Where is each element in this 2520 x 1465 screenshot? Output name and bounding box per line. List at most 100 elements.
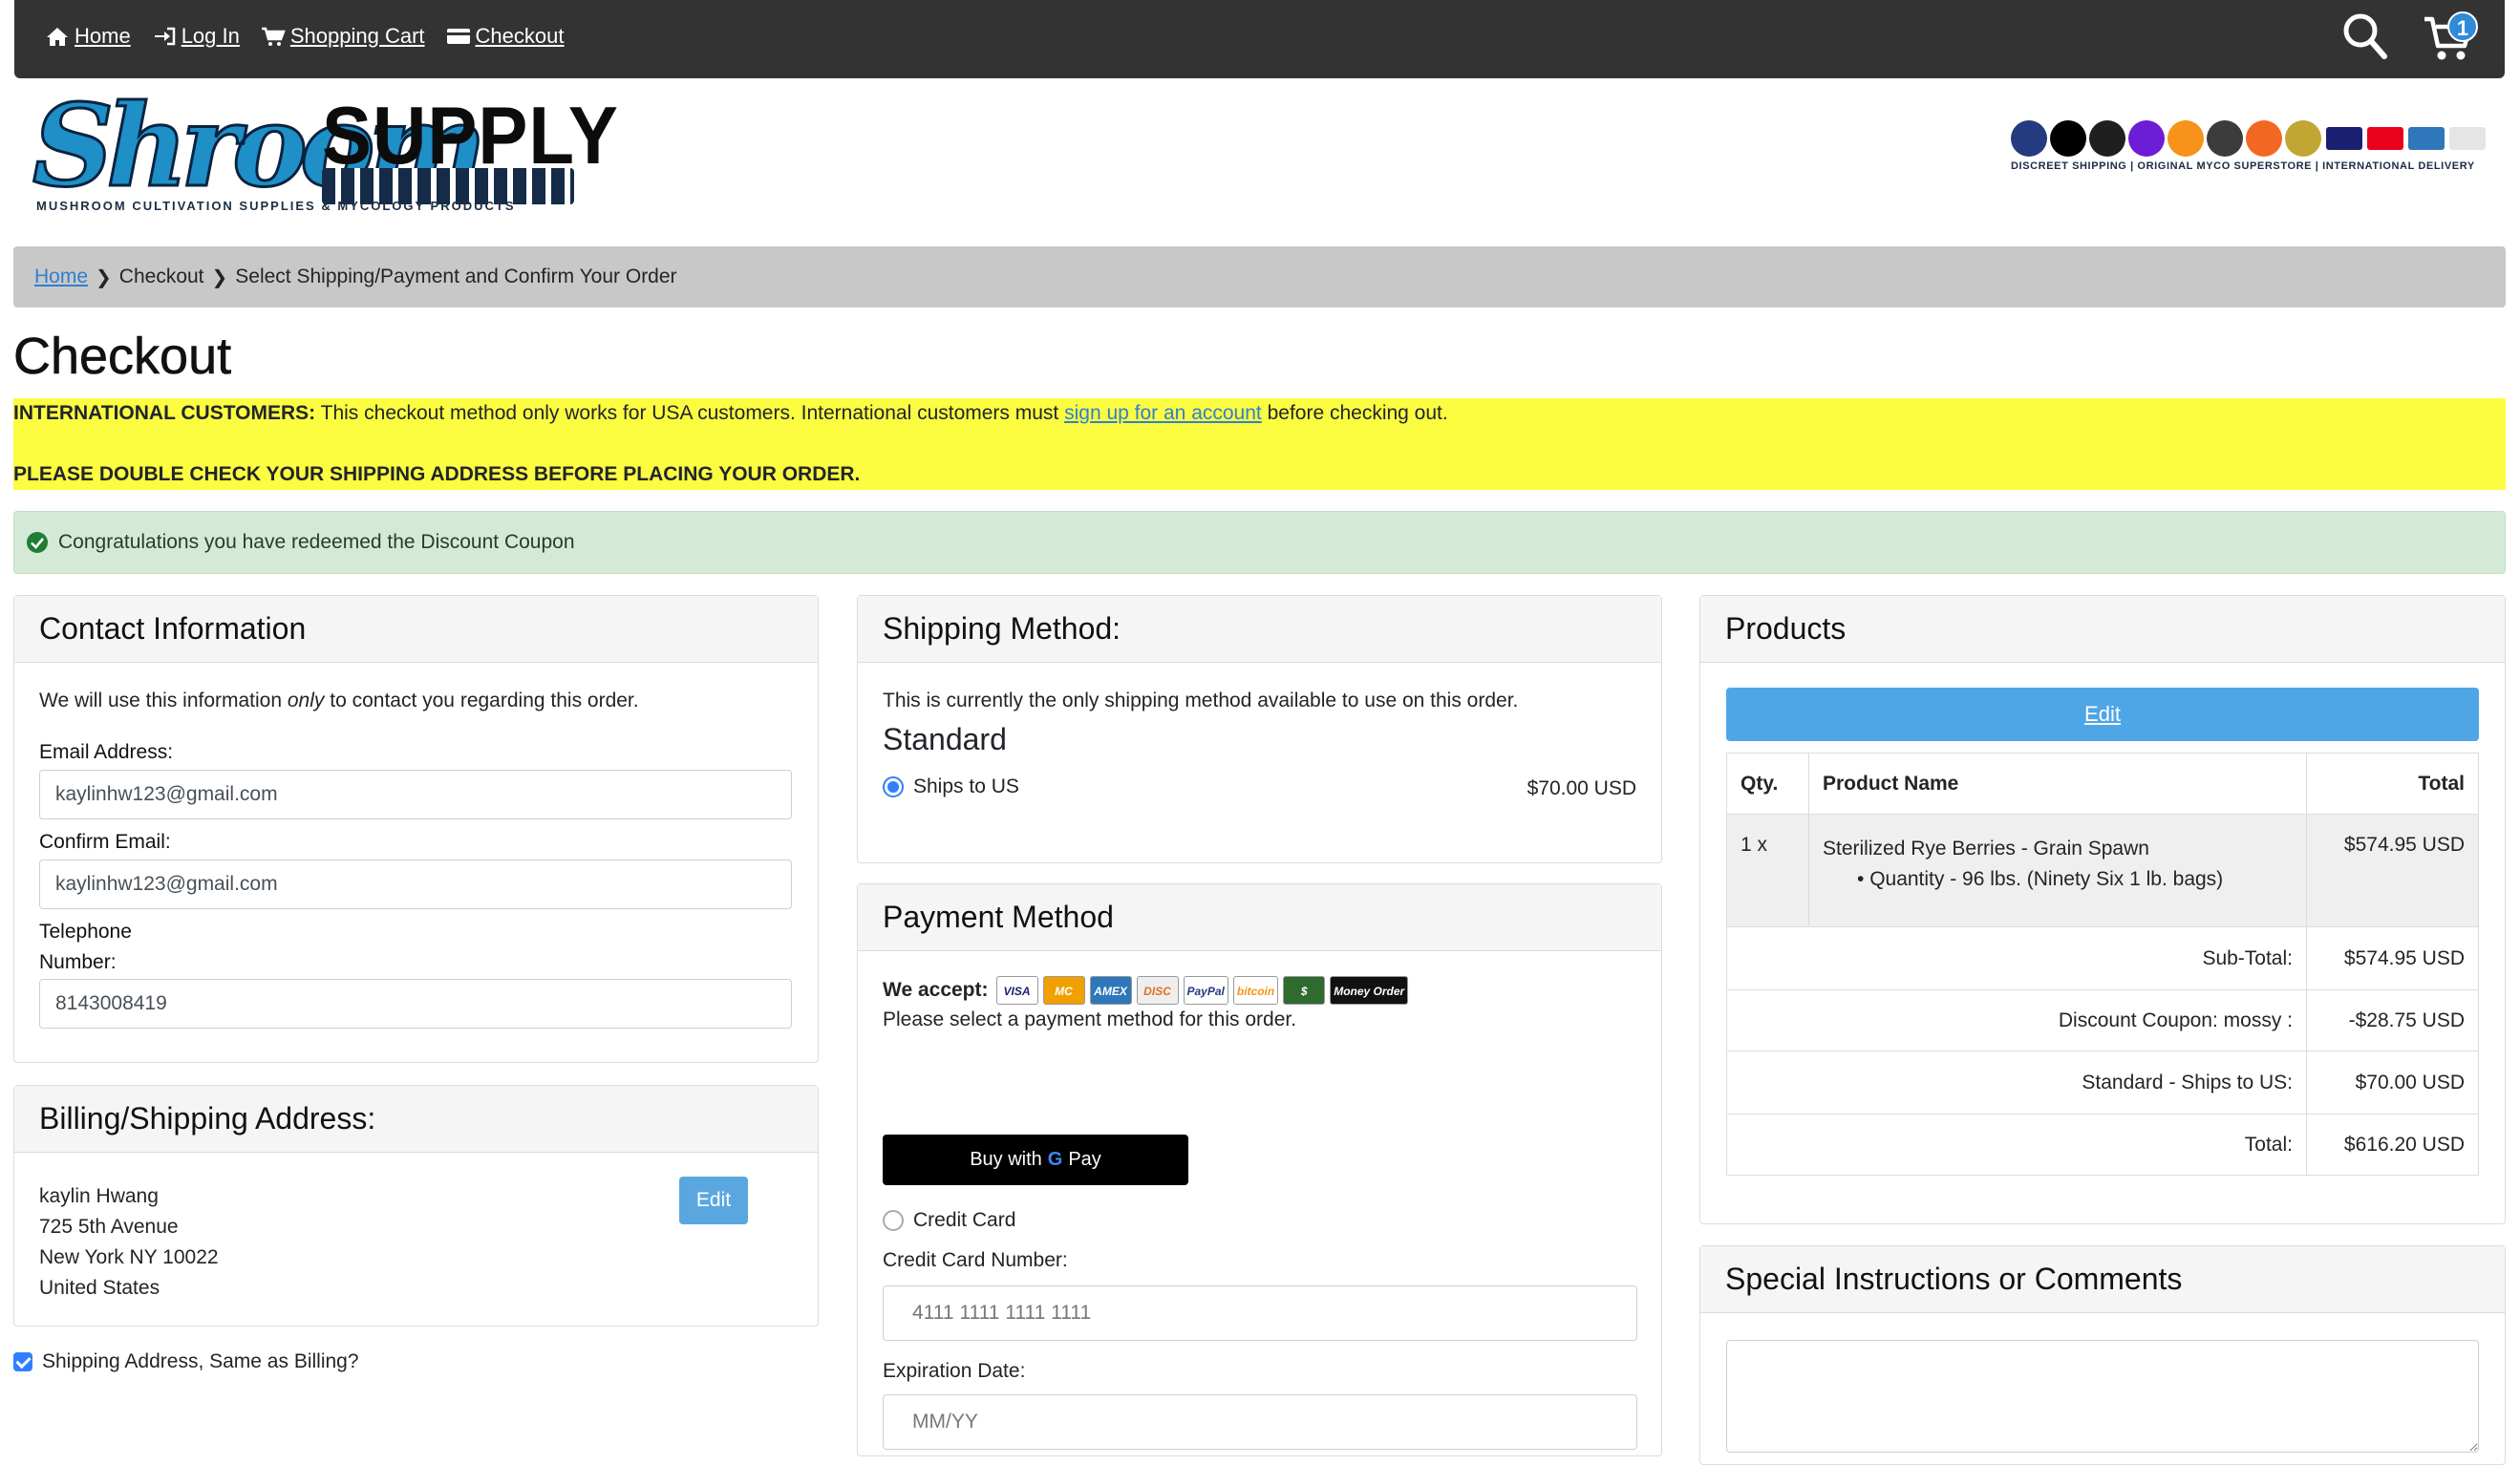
nav-right-icons: 1	[2342, 10, 2478, 63]
contact-intro-before: We will use this information	[39, 690, 288, 711]
discount-row: Discount Coupon: mossy : -$28.75 USD	[1726, 989, 2479, 1051]
top-nav-bar: Home Log In Shopping Cart Checkout 1	[14, 0, 2505, 78]
expiry-input[interactable]	[883, 1394, 1637, 1450]
nav-login-label: Log In	[181, 24, 240, 48]
payment-heading: Payment Method	[858, 884, 1661, 951]
billing-edit-button[interactable]: Edit	[679, 1177, 748, 1224]
intl-notice-line: INTERNATIONAL CUSTOMERS: This checkout m…	[13, 402, 1448, 425]
payment-card-icon	[2326, 127, 2362, 150]
accepted-card-logo: PayPal	[1183, 976, 1228, 1005]
shipping-heading: Shipping Method:	[858, 596, 1661, 663]
shipping-intro: This is currently the only shipping meth…	[883, 690, 1519, 711]
product-attribute-text: Quantity - 96 lbs. (Ninety Six 1 lb. bag…	[1869, 868, 2224, 890]
product-attribute: • Quantity - 96 lbs. (Ninety Six 1 lb. b…	[1857, 868, 2224, 890]
table-row: 1 x Sterilized Rye Berries - Grain Spawn…	[1726, 814, 2479, 927]
subtotal-value: $574.95 USD	[2306, 926, 2479, 990]
intl-notice-label: INTERNATIONAL CUSTOMERS:	[13, 402, 316, 424]
breadcrumb-current: Select Shipping/Payment and Confirm Your…	[235, 265, 677, 287]
products-body: Edit Qty. Product Name Total 1 x Sterili…	[1700, 663, 2505, 1176]
payment-coin-icon	[2089, 120, 2125, 157]
billing-address-card: Billing/Shipping Address: kaylin Hwang 7…	[13, 1085, 819, 1327]
accepted-payments-row: We accept: VISA MC AMEX DISC PayPal bitcoin $ M…	[883, 976, 1409, 1005]
email-field[interactable]	[39, 770, 792, 819]
contact-intro: We will use this information only to con…	[39, 690, 639, 712]
accepted-card-logo: MC	[1042, 976, 1085, 1005]
nav-checkout-link[interactable]: Checkout	[446, 24, 564, 49]
billing-heading: Billing/Shipping Address:	[14, 1086, 818, 1153]
total-label: Total:	[1726, 1114, 2307, 1176]
ships-to-us-radio[interactable]	[883, 776, 904, 797]
billing-address-text: kaylin Hwang 725 5th Avenue New York NY …	[39, 1181, 219, 1304]
logo-tagline: MUSHROOM CULTIVATION SUPPLIES & MYCOLOGY…	[36, 199, 516, 213]
row-qty: 1 x	[1726, 814, 1809, 927]
shipping-method-card: Shipping Method: This is currently the o…	[857, 595, 1662, 863]
payment-select-text: Please select a payment method for this …	[883, 1009, 1297, 1030]
contact-info-body: We will use this information only to con…	[14, 663, 818, 1029]
row-total: $574.95 USD	[2306, 814, 2479, 927]
payment-banner-tagline: DISCREET SHIPPING | ORIGINAL MYCO SUPERS…	[2011, 160, 2475, 172]
contact-intro-after: to contact you regarding this order.	[324, 690, 639, 711]
coupon-success-text: Congratulations you have redeemed the Di…	[58, 531, 575, 553]
comments-textarea[interactable]	[1726, 1340, 2479, 1453]
discount-label: Discount Coupon: mossy :	[1726, 989, 2307, 1051]
payment-coin-icon	[2128, 120, 2165, 157]
comments-card: Special Instructions or Comments	[1699, 1245, 2506, 1465]
international-notice: INTERNATIONAL CUSTOMERS: This checkout m…	[13, 398, 2506, 490]
contact-info-heading: Contact Information	[14, 596, 818, 663]
payment-card-icon	[2408, 127, 2445, 150]
subtotal-label: Sub-Total:	[1726, 926, 2307, 990]
shipping-method-title: Standard	[883, 722, 1007, 756]
shipping-total-label: Standard - Ships to US:	[1726, 1051, 2307, 1115]
billing-name: kaylin Hwang	[39, 1185, 159, 1207]
payment-badges-banner: DISCREET SHIPPING | ORIGINAL MYCO SUPERS…	[2011, 120, 2488, 180]
accepted-card-logo: VISA	[995, 976, 1038, 1005]
site-header: Shroom SUPPLY MUSHROOM CULTIVATION SUPPL…	[0, 78, 2520, 246]
confirm-email-field[interactable]	[39, 860, 792, 909]
contact-info-card: Contact Information We will use this inf…	[13, 595, 819, 1063]
check-circle-icon	[27, 532, 48, 553]
products-table: Qty. Product Name Total 1 x Sterilized R…	[1726, 753, 2479, 1176]
accepted-card-logo: bitcoin	[1232, 976, 1279, 1005]
nav-home-link[interactable]: Home	[45, 24, 131, 49]
row-product: Sterilized Rye Berries - Grain Spawn • Q…	[1808, 814, 2307, 927]
email-label: Email Address:	[39, 741, 174, 763]
signup-account-link[interactable]: sign up for an account	[1064, 402, 1262, 424]
payment-coin-icon	[2285, 120, 2321, 157]
accepted-card-logo: $	[1283, 976, 1326, 1005]
col-qty: Qty.	[1726, 753, 1809, 815]
confirm-email-label: Confirm Email:	[39, 831, 171, 853]
gpay-label: Buy with	[970, 1149, 1042, 1170]
login-icon	[154, 27, 175, 46]
products-edit-button[interactable]: Edit	[1726, 688, 2479, 741]
double-check-notice: PLEASE DOUBLE CHECK YOUR SHIPPING ADDRES…	[13, 463, 861, 485]
comments-heading: Special Instructions or Comments	[1700, 1246, 2505, 1313]
nav-cart-label: Shopping Cart	[289, 24, 425, 48]
total-row: Total: $616.20 USD	[1726, 1114, 2479, 1176]
header-cart[interactable]: 1	[2423, 10, 2478, 63]
cc-number-input[interactable]	[883, 1285, 1637, 1341]
breadcrumb-home-link[interactable]: Home	[34, 265, 88, 288]
billing-city: New York NY 10022	[39, 1246, 219, 1268]
products-heading: Products	[1700, 596, 2505, 663]
intl-notice-after: before checking out.	[1261, 402, 1448, 424]
telephone-field[interactable]	[39, 979, 792, 1029]
coupon-success-alert: Congratulations you have redeemed the Di…	[13, 511, 2506, 574]
credit-card-radio[interactable]	[883, 1210, 904, 1231]
credit-card-option[interactable]: Credit Card	[883, 1209, 1015, 1232]
ships-to-us-option[interactable]: Ships to US	[883, 775, 1019, 798]
billing-street: 725 5th Avenue	[39, 1216, 179, 1238]
same-as-billing-checkbox[interactable]	[13, 1352, 32, 1371]
product-name[interactable]: Sterilized Rye Berries - Grain Spawn	[1823, 834, 2293, 864]
we-accept-label: We accept:	[883, 979, 989, 1001]
cart-icon	[261, 27, 286, 46]
nav-login-link[interactable]: Log In	[152, 24, 240, 49]
site-logo[interactable]: Shroom SUPPLY MUSHROOM CULTIVATION SUPPL…	[31, 82, 617, 242]
billing-country: United States	[39, 1277, 160, 1299]
home-icon	[47, 28, 68, 46]
accepted-card-logos: VISA MC AMEX DISC PayPal bitcoin $ Money Order	[995, 976, 1409, 1005]
nav-cart-link[interactable]: Shopping Cart	[261, 24, 425, 49]
credit-card-label: Credit Card	[913, 1209, 1016, 1231]
search-icon[interactable]	[2342, 12, 2388, 60]
cart-count-badge: 1	[2447, 11, 2478, 42]
google-pay-button[interactable]: Buy with G Pay	[883, 1135, 1188, 1185]
